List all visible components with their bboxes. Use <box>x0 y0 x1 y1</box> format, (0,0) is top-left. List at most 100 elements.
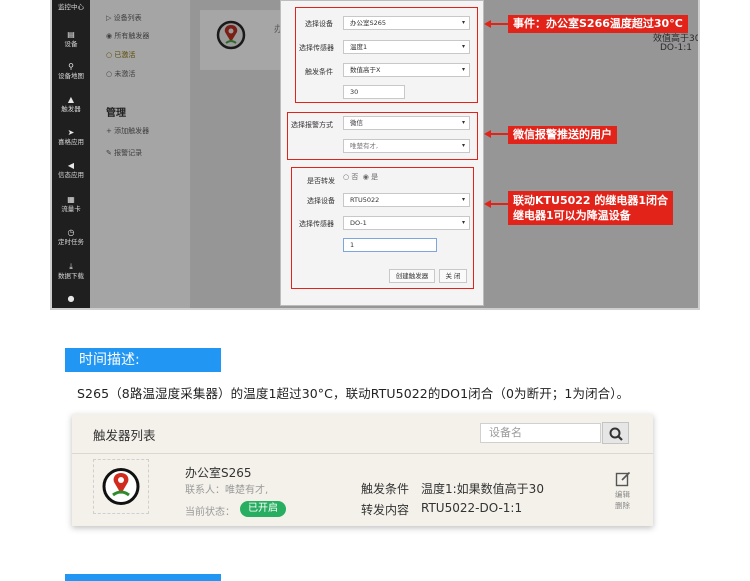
menu-section-title: 管理 <box>106 108 126 119</box>
condition-value: 温度1:如果数值高于30 <box>421 482 544 496</box>
app-screenshot: 监控中心 ▤ 设备 ⚲ 设备地图 ▲ 触发器 ➤ 喜格应用 ◀ 信态应用 ▦ 流… <box>50 0 700 310</box>
radio-yes[interactable]: ◉ <box>363 173 369 181</box>
callout-relay: 联动KTU5022 的继电器1闭合 继电器1可以为降温设备 <box>508 191 674 225</box>
callout-wechat: 微信报警推送的用户 <box>508 126 617 144</box>
caret-icon: ▾ <box>461 219 465 226</box>
device-name[interactable]: 办公室S265 <box>185 464 252 481</box>
bulb-icon: ○ <box>106 51 113 59</box>
bell-icon: ▲ <box>67 95 75 104</box>
section-description: S265（8路温湿度采集器）的温度1超过30°C，联动RTU5022的DO1闭合… <box>77 386 630 401</box>
location-logo-icon <box>102 468 140 505</box>
sidebar-item-label: 设备 <box>64 40 78 48</box>
condition-label: 触发条件 <box>305 68 333 76</box>
contact-text: 联系人：唯楚有才, <box>185 485 269 496</box>
sidebar-item-device[interactable]: ▤ 设备 <box>52 30 90 48</box>
forward-device-select[interactable]: RTU5022 ▾ <box>343 193 470 207</box>
menu-item-device-list[interactable]: ▷ 设备列表 <box>106 13 142 23</box>
sidebar-item-label: 流量卡 <box>61 205 81 213</box>
target-icon: ◉ <box>106 32 113 40</box>
sidebar-item-sim[interactable]: ▦ 流量卡 <box>52 195 90 213</box>
callout-relay-line2: 继电器1可以为降温设备 <box>513 209 631 222</box>
sidebar-item-monitor[interactable]: 监控中心 <box>52 3 90 11</box>
clock-icon: ◷ <box>67 228 75 237</box>
forward-value-input[interactable]: 1 <box>343 238 437 252</box>
forward-sensor-label: 选择传感器 <box>299 220 334 228</box>
menu-item-inactive[interactable]: ○ 未激活 <box>106 69 135 79</box>
bg-value2: DO-1:1 <box>660 43 692 53</box>
arrow-line-wechat <box>490 133 508 135</box>
radio-no[interactable]: ○ <box>343 173 349 181</box>
panel-title: 触发器列表 <box>93 428 156 443</box>
forward-device-label: 选择设备 <box>307 197 335 205</box>
threshold-input[interactable]: 30 <box>343 85 405 99</box>
caret-icon: ▾ <box>461 196 465 203</box>
forward-radio-group: ○ 否 ◉ 是 <box>343 173 379 181</box>
sidebar-item-user[interactable]: ● <box>52 294 90 304</box>
forward-sensor-select[interactable]: DO-1 ▾ <box>343 216 470 230</box>
edit-icon[interactable] <box>615 470 632 487</box>
pencil-icon: ✎ <box>106 149 112 157</box>
sidebar-item-label: 数据下载 <box>58 272 84 280</box>
next-section-bar <box>65 574 221 581</box>
arrow-line-relay <box>490 203 508 205</box>
forward-label: 是否转发 <box>307 177 335 185</box>
arrow-line-event <box>490 23 508 25</box>
status-label: 当前状态： <box>185 507 235 518</box>
alarm-method-label: 选择报警方式 <box>291 121 333 129</box>
menu-item-alarm-log[interactable]: ✎ 报警记录 <box>106 148 142 158</box>
search-input[interactable]: 设备名 <box>480 423 601 443</box>
menu-item-activated[interactable]: ○ 已激活 <box>106 50 135 60</box>
search-button[interactable] <box>602 422 629 444</box>
sidebar-item-schedule[interactable]: ◷ 定时任务 <box>52 228 90 246</box>
sidebar-item-label: 监控中心 <box>58 3 84 11</box>
create-trigger-button[interactable]: 创建触发器 <box>389 269 435 283</box>
sidebar-item-label: 信态应用 <box>58 171 84 179</box>
callout-event: 事件：办公室S266温度超过30°C <box>508 15 688 33</box>
sidebar-item-trigger[interactable]: ▲ 触发器 <box>52 95 90 113</box>
submenu: ▷ 设备列表 ◉ 所有触发器 ○ 已激活 ○ 未激活 管理 + 添加触发器 ✎ … <box>90 0 190 308</box>
map-pin-icon: ⚲ <box>68 62 74 71</box>
status-badge: 已开启 <box>240 501 286 517</box>
sidebar-item-label: 设备地图 <box>58 72 84 80</box>
caret-icon: ▾ <box>461 66 465 73</box>
forward-value: RTU5022-DO-1:1 <box>421 501 523 515</box>
add-trigger-modal: 选择设备 办公室S265 ▾ 选择传感器 温度1 ▾ 触发条件 数值高于X ▾ 30 … <box>280 0 484 306</box>
alarm-method-select[interactable]: 微信 ▾ <box>343 116 470 130</box>
sidebar-item-app[interactable]: ➤ 喜格应用 <box>52 128 90 146</box>
delete-link[interactable]: 删除 <box>615 500 630 511</box>
caret-icon: ▾ <box>461 43 465 50</box>
condition-key: 触发条件 <box>361 482 410 496</box>
caret-icon: ▾ <box>461 19 465 26</box>
close-button[interactable]: 关 闭 <box>439 269 467 283</box>
condition-select[interactable]: 数值高于X ▾ <box>343 63 470 77</box>
sidebar-item-label: 触发器 <box>61 105 81 113</box>
caret-icon: ▾ <box>461 119 465 126</box>
sidebar-item-label: 喜格应用 <box>58 138 84 146</box>
forward-key: 转发内容 <box>361 503 410 517</box>
user-icon: ● <box>67 294 75 303</box>
alarm-user-select[interactable]: 唯楚有才, ▾ <box>343 139 470 153</box>
edit-link[interactable]: 编辑 <box>615 489 630 500</box>
location-logo-icon <box>216 20 246 50</box>
device-logo <box>93 459 149 514</box>
play-icon: ▷ <box>106 14 112 22</box>
menu-item-all-triggers[interactable]: ◉ 所有触发器 <box>106 31 149 41</box>
device-select[interactable]: 办公室S265 ▾ <box>343 16 470 30</box>
sidebar-item-download[interactable]: ⤓ 数据下载 <box>52 262 90 280</box>
bulb-icon: ○ <box>106 70 113 78</box>
sidebar-item-label: 定时任务 <box>58 238 84 246</box>
plus-icon: + <box>106 127 112 135</box>
trigger-list-panel: 触发器列表 设备名 办公室S265 联系人：唯楚有才, 当前状态： 已开启 触发… <box>72 414 653 526</box>
sim-card-icon: ▦ <box>67 195 75 204</box>
menu-item-add-trigger[interactable]: + 添加触发器 <box>106 126 149 136</box>
download-icon: ⤓ <box>69 262 73 271</box>
sensor-select[interactable]: 温度1 ▾ <box>343 40 470 54</box>
megaphone-icon: ◀ <box>67 161 75 170</box>
caret-icon: ▾ <box>461 142 465 149</box>
panel-divider <box>72 453 653 454</box>
send-icon: ➤ <box>67 128 75 137</box>
sidebar-item-map[interactable]: ⚲ 设备地图 <box>52 62 90 80</box>
callout-relay-line1: 联动KTU5022 的继电器1闭合 <box>513 194 669 207</box>
sidebar-item-status-app[interactable]: ◀ 信态应用 <box>52 161 90 179</box>
device-label: 选择设备 <box>305 20 333 28</box>
